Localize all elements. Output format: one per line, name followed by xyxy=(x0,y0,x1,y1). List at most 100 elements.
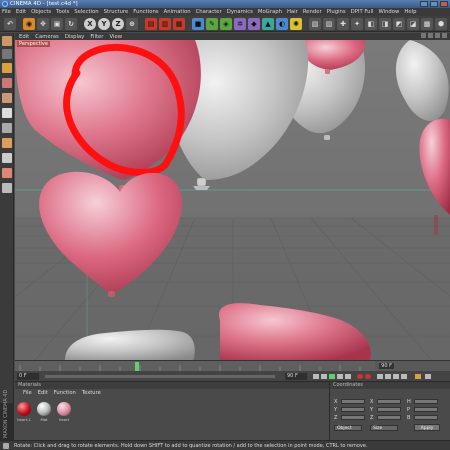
pen-spline-icon[interactable]: ✎ xyxy=(206,17,218,30)
scale-key-icon[interactable] xyxy=(393,374,399,379)
array-icon[interactable]: ✲ xyxy=(234,17,246,30)
material-swatch-heart1[interactable] xyxy=(17,402,31,416)
materials-menu-function[interactable]: Function xyxy=(54,390,76,396)
make-editable-icon[interactable] xyxy=(2,36,12,46)
y-axis-lock[interactable]: Y xyxy=(98,17,110,30)
rotate-tool-icon[interactable]: ↻ xyxy=(65,17,77,30)
cube-object-icon[interactable]: ■ xyxy=(192,17,204,30)
perspective-viewport[interactable]: Perspective xyxy=(15,40,450,360)
live-selection-icon[interactable]: ◉ xyxy=(23,17,35,30)
axis-mode-icon[interactable] xyxy=(2,93,12,103)
tool-icon-6[interactable]: ◨ xyxy=(379,17,391,30)
texture-mode-icon[interactable] xyxy=(2,78,12,88)
size-x-field[interactable] xyxy=(377,399,401,404)
tool-icon-3[interactable]: ✚ xyxy=(337,17,349,30)
rotation-h-field[interactable] xyxy=(414,399,438,404)
points-mode-icon[interactable] xyxy=(2,108,12,118)
menu-tools[interactable]: Tools xyxy=(56,9,69,15)
tool-icon-8[interactable]: ◪ xyxy=(407,17,419,30)
tool-icon-5[interactable]: ◧ xyxy=(365,17,377,30)
menu-file[interactable]: File xyxy=(2,9,11,15)
zoom-icon[interactable] xyxy=(428,33,433,38)
menu-edit[interactable]: Edit xyxy=(16,9,26,15)
menu-character[interactable]: Character xyxy=(196,9,222,15)
coordinate-mode-dropdown[interactable]: Object xyxy=(334,425,362,431)
z-axis-lock[interactable]: Z xyxy=(112,17,124,30)
polygons-mode-icon[interactable] xyxy=(2,138,12,148)
tool-icon-7[interactable]: ◩ xyxy=(393,17,405,30)
viewport-scene[interactable] xyxy=(15,40,450,360)
x-axis-lock[interactable]: X xyxy=(84,17,96,30)
viewport-menu-view[interactable]: View xyxy=(109,34,122,40)
viewport-menu-filter[interactable]: Filter xyxy=(90,34,103,40)
scene-object-icon[interactable]: ▲ xyxy=(262,17,274,30)
end-frame-field[interactable]: 90 F xyxy=(285,373,307,380)
workplane-icon[interactable] xyxy=(2,168,12,178)
menu-mograph[interactable]: MoGraph xyxy=(258,9,282,15)
render-view-icon[interactable]: ▤ xyxy=(145,17,157,30)
menu-help[interactable]: Help xyxy=(404,9,416,15)
menu-objects[interactable]: Objects xyxy=(31,9,51,15)
menu-animation[interactable]: Animation xyxy=(164,9,191,15)
menu-hair[interactable]: Hair xyxy=(287,9,298,15)
viewport-menu-cameras[interactable]: Cameras xyxy=(35,34,59,40)
menu-structure[interactable]: Structure xyxy=(104,9,129,15)
light-icon[interactable]: ✺ xyxy=(290,17,302,30)
timeline[interactable]: 90 F xyxy=(15,360,450,372)
tool-icon-2[interactable]: ▨ xyxy=(323,17,335,30)
maximize-view-icon[interactable] xyxy=(442,33,447,38)
materials-menu-texture[interactable]: Texture xyxy=(82,390,101,396)
material-swatch-mat[interactable] xyxy=(37,402,51,416)
size-z-field[interactable] xyxy=(377,415,401,420)
menu-functions[interactable]: Functions xyxy=(133,9,158,15)
materials-menu-file[interactable]: File xyxy=(23,390,32,396)
viewport-menu-display[interactable]: Display xyxy=(65,34,85,40)
autokey-icon[interactable] xyxy=(365,374,371,379)
apply-button[interactable]: Apply xyxy=(414,424,440,431)
coordinate-system-icon[interactable]: ⊕ xyxy=(126,17,138,30)
tool-icon-4[interactable]: ✦ xyxy=(351,17,363,30)
menu-selection[interactable]: Selection xyxy=(74,9,98,15)
close-button[interactable] xyxy=(440,1,448,7)
tweak-mode-icon[interactable] xyxy=(2,153,12,163)
position-key-icon[interactable] xyxy=(385,374,391,379)
move-tool-icon[interactable]: ✥ xyxy=(37,17,49,30)
menu-plugins[interactable]: Plugins xyxy=(327,9,346,15)
menu-render[interactable]: Render xyxy=(303,9,322,15)
rotation-b-field[interactable] xyxy=(414,415,438,420)
edges-mode-icon[interactable] xyxy=(2,123,12,133)
render-settings-icon[interactable]: ▦ xyxy=(173,17,185,30)
pan-icon[interactable] xyxy=(421,33,426,38)
tool-icon-1[interactable]: ▧ xyxy=(309,17,321,30)
rotation-key-icon[interactable] xyxy=(401,374,407,379)
position-z-field[interactable] xyxy=(341,415,365,420)
motion-icon[interactable] xyxy=(415,374,421,379)
menu-dynamics[interactable]: Dynamics xyxy=(227,9,253,15)
materials-menu-edit[interactable]: Edit xyxy=(38,390,48,396)
menu-dpit-full[interactable]: DPIT Full xyxy=(351,9,374,15)
size-mode-dropdown[interactable]: Size xyxy=(370,425,398,431)
goto-start-icon[interactable] xyxy=(313,374,319,379)
timeline-playhead[interactable] xyxy=(135,362,139,371)
tool-icon-10[interactable]: ⬢ xyxy=(435,17,447,30)
object-mode-icon[interactable] xyxy=(2,63,12,73)
scale-tool-icon[interactable]: ▣ xyxy=(51,17,63,30)
orbit-icon[interactable] xyxy=(435,33,440,38)
material-swatch-heart[interactable] xyxy=(57,402,71,416)
keyframe-icon[interactable] xyxy=(377,374,383,379)
deformer-icon[interactable]: ◆ xyxy=(248,17,260,30)
undo-icon[interactable]: ↶ xyxy=(4,17,16,30)
menu-window[interactable]: Window xyxy=(378,9,399,15)
viewport-label[interactable]: Perspective xyxy=(17,41,50,47)
prev-frame-icon[interactable] xyxy=(321,374,327,379)
nurbs-icon[interactable]: ◈ xyxy=(220,17,232,30)
size-y-field[interactable] xyxy=(377,407,401,412)
viewport-menu-edit[interactable]: Edit xyxy=(19,34,29,40)
maximize-button[interactable] xyxy=(430,1,438,7)
minimize-button[interactable] xyxy=(420,1,428,7)
position-y-field[interactable] xyxy=(341,407,365,412)
play-icon[interactable] xyxy=(329,374,335,379)
camera-icon[interactable]: ◐ xyxy=(276,17,288,30)
rotation-p-field[interactable] xyxy=(414,407,438,412)
record-icon[interactable] xyxy=(357,374,363,379)
